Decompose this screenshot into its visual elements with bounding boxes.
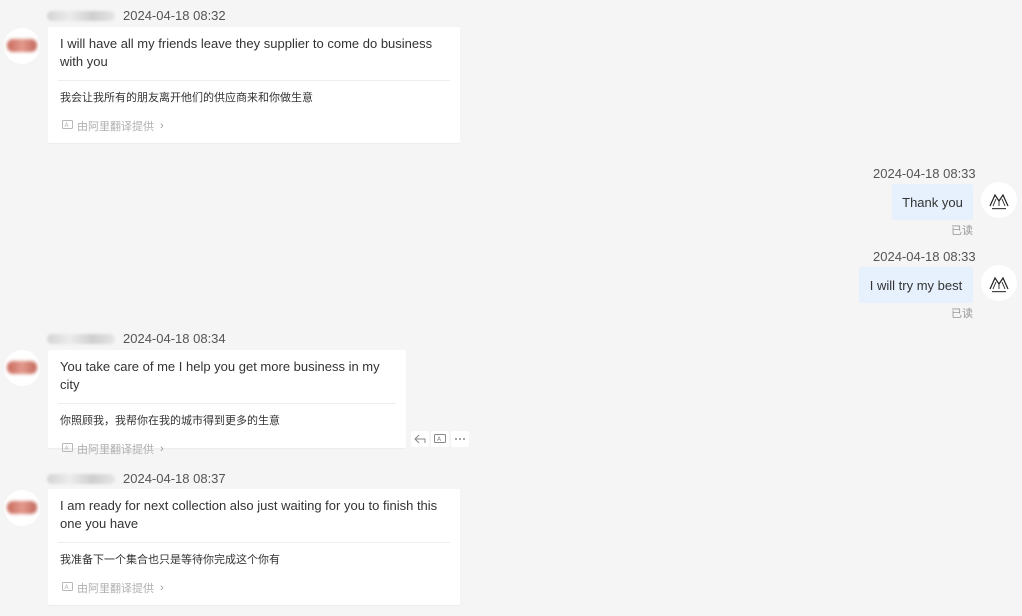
translate-icon: A bbox=[62, 581, 73, 595]
translation-provider-link[interactable]: A 由阿里翻译提供 › bbox=[48, 567, 460, 596]
read-status: 已读 bbox=[951, 308, 973, 320]
sender-name-redacted bbox=[47, 10, 115, 21]
translation-provider-label: 由阿里翻译提供 bbox=[77, 444, 154, 456]
user-avatar-logo[interactable] bbox=[981, 182, 1017, 218]
chevron-right-icon: › bbox=[160, 582, 164, 594]
chevron-right-icon: › bbox=[160, 443, 164, 455]
svg-text:A: A bbox=[65, 584, 70, 591]
sender-avatar[interactable] bbox=[4, 490, 40, 526]
translated-text: 我准备下一个集合也只是等待你完成这个你有 bbox=[60, 554, 280, 566]
sender-avatar[interactable] bbox=[4, 350, 40, 386]
translation-provider-label: 由阿里翻译提供 bbox=[77, 583, 154, 595]
incoming-message-bubble[interactable]: You take care of me I help you get more … bbox=[48, 350, 406, 456]
chat-thread: 2024-04-18 08:32 I will have all my frie… bbox=[0, 0, 1022, 616]
message-header: 2024-04-18 08:34 bbox=[47, 331, 226, 346]
message-timestamp: 2024-04-18 08:34 bbox=[123, 331, 226, 346]
sender-name-redacted bbox=[47, 473, 115, 484]
translate-icon: A bbox=[62, 119, 73, 133]
message-header: 2024-04-18 08:32 bbox=[47, 8, 226, 23]
reply-icon[interactable] bbox=[411, 431, 429, 447]
brand-logo-icon bbox=[989, 193, 1009, 210]
outgoing-message-bubble[interactable]: Thank you bbox=[892, 184, 973, 220]
more-icon[interactable] bbox=[451, 431, 469, 447]
message-header: 2024-04-18 08:37 bbox=[47, 471, 226, 486]
svg-text:A: A bbox=[65, 122, 70, 129]
message-text: You take care of me I help you get more … bbox=[60, 359, 380, 392]
read-status: 已读 bbox=[951, 225, 973, 237]
chevron-right-icon: › bbox=[160, 120, 164, 132]
svg-text:A: A bbox=[65, 445, 70, 452]
message-actions: A bbox=[411, 431, 469, 447]
message-timestamp: 2024-04-18 08:32 bbox=[123, 8, 226, 23]
user-avatar-logo[interactable] bbox=[981, 265, 1017, 301]
brand-logo-icon bbox=[989, 276, 1009, 293]
translation-provider-link[interactable]: A 由阿里翻译提供 › bbox=[48, 105, 460, 134]
translated-text: 你照顾我，我帮你在我的城市得到更多的生意 bbox=[60, 415, 280, 427]
message-text: I will try my best bbox=[869, 277, 963, 293]
message-timestamp: 2024-04-18 08:37 bbox=[123, 471, 226, 486]
message-timestamp: 2024-04-18 08:33 bbox=[873, 249, 976, 264]
translation-provider-label: 由阿里翻译提供 bbox=[77, 121, 154, 133]
message-text: I am ready for next collection also just… bbox=[60, 498, 438, 531]
sender-avatar[interactable] bbox=[4, 28, 40, 64]
incoming-message-bubble[interactable]: I will have all my friends leave they su… bbox=[48, 27, 460, 143]
translate-icon[interactable]: A bbox=[431, 431, 449, 447]
translate-icon: A bbox=[62, 442, 73, 456]
sender-name-redacted bbox=[47, 333, 115, 344]
incoming-message-bubble[interactable]: I am ready for next collection also just… bbox=[48, 489, 460, 605]
message-timestamp: 2024-04-18 08:33 bbox=[873, 166, 976, 181]
translation-provider-link[interactable]: A 由阿里翻译提供 › bbox=[48, 428, 406, 457]
message-text: I will have all my friends leave they su… bbox=[60, 36, 433, 69]
translated-text: 我会让我所有的朋友离开他们的供应商来和你做生意 bbox=[60, 92, 313, 104]
outgoing-message-bubble[interactable]: I will try my best bbox=[859, 267, 973, 303]
svg-text:A: A bbox=[437, 436, 442, 443]
message-text: Thank you bbox=[902, 194, 963, 210]
